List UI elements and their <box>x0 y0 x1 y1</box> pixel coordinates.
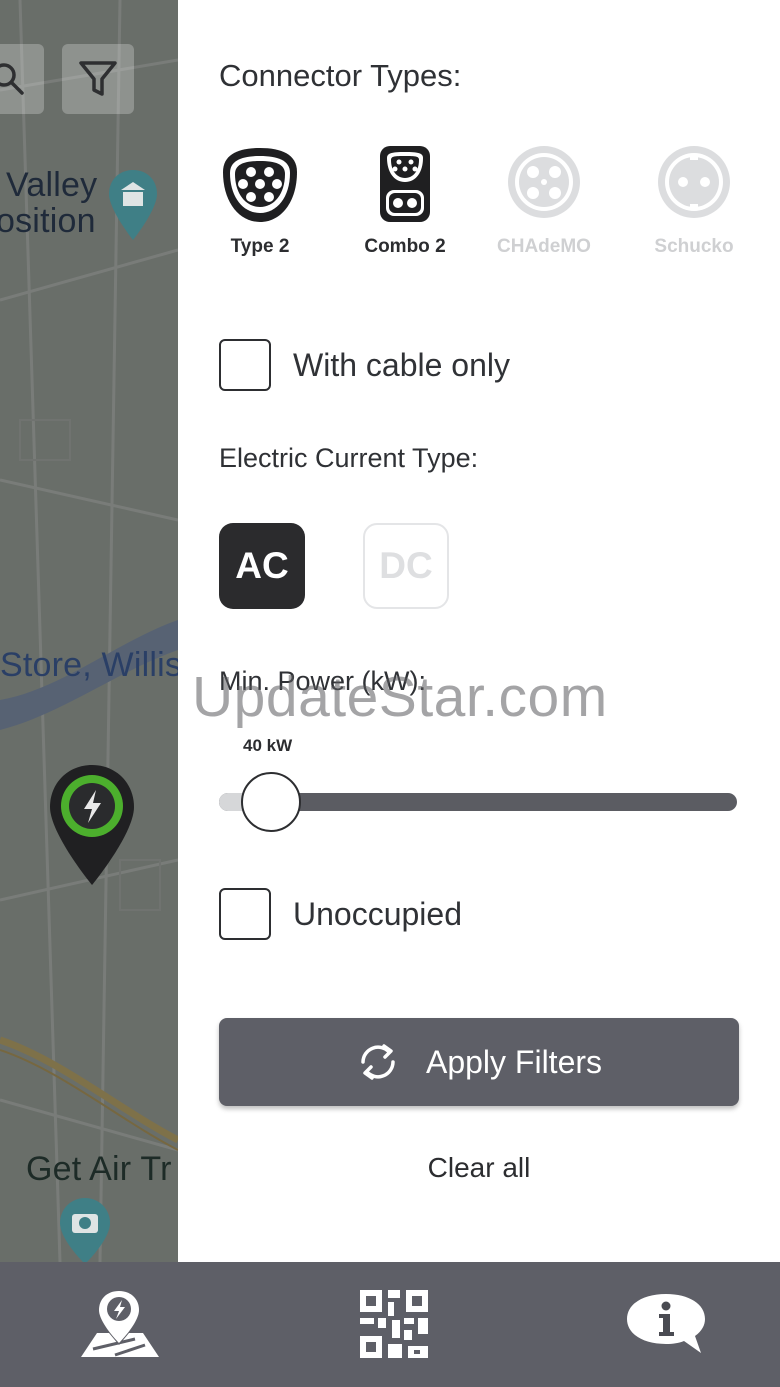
unoccupied-option[interactable]: Unoccupied <box>219 887 462 941</box>
map-view[interactable]: Valley osition Store, Willis Get Air Tr <box>0 0 178 1262</box>
with-cable-label: With cable only <box>293 346 510 383</box>
nav-map-button[interactable] <box>70 1284 170 1364</box>
charging-station-pin-icon[interactable] <box>47 762 137 888</box>
map-place-label: Get Air Tr <box>26 1150 172 1188</box>
refresh-icon <box>361 1044 395 1080</box>
map-place-label: Valley <box>6 166 98 204</box>
connector-types-title: Connector Types: <box>219 58 462 93</box>
connector-label: Combo 2 <box>364 236 446 257</box>
filter-icon <box>79 61 117 96</box>
museum-poi-icon[interactable] <box>107 168 159 244</box>
current-type-title: Electric Current Type: <box>219 443 479 473</box>
min-power-title: Min. Power (kW): <box>219 666 427 696</box>
connector-type-list: Type 2 Combo 2 CHAdeMO Schucko <box>178 142 780 272</box>
map-search-button[interactable] <box>0 44 44 114</box>
current-dc-toggle[interactable]: DC <box>363 523 449 609</box>
nav-info-button[interactable] <box>616 1284 716 1364</box>
current-ac-toggle[interactable]: AC <box>219 523 305 609</box>
unoccupied-label: Unoccupied <box>293 895 462 932</box>
connector-label: Type 2 <box>230 236 290 257</box>
chademo-plug-icon <box>508 146 580 218</box>
search-icon <box>0 63 24 95</box>
qr-code-icon <box>360 1290 428 1358</box>
apply-filters-label: Apply Filters <box>425 1043 603 1080</box>
with-cable-option[interactable]: With cable only <box>219 338 510 392</box>
connector-type-2[interactable]: Type 2 <box>185 142 335 258</box>
min-power-value: 40 kW <box>243 736 293 755</box>
map-filter-button[interactable] <box>62 44 134 114</box>
min-power-slider-thumb[interactable] <box>240 772 301 832</box>
filter-panel: Connector Types: Type 2 Combo 2 CHAdeMO … <box>178 0 780 1262</box>
unoccupied-checkbox[interactable] <box>219 888 271 940</box>
map-place-label: osition <box>0 202 96 240</box>
combo2-plug-icon <box>380 146 430 222</box>
bottom-navigation <box>0 1262 780 1387</box>
camera-poi-icon[interactable] <box>58 1196 112 1262</box>
map-place-label: Store, Willis <box>0 646 178 684</box>
clear-all-link[interactable]: Clear all <box>219 1152 739 1184</box>
connector-chademo[interactable]: CHAdeMO <box>469 142 619 258</box>
type2-plug-icon <box>223 148 297 222</box>
with-cable-checkbox[interactable] <box>219 339 271 391</box>
info-chat-icon <box>627 1294 705 1353</box>
map-charger-icon <box>81 1291 159 1357</box>
connector-combo-2[interactable]: Combo 2 <box>330 142 480 258</box>
schuko-plug-icon <box>658 146 730 218</box>
apply-filters-button[interactable]: Apply Filters <box>219 1018 739 1106</box>
connector-label: CHAdeMO <box>497 236 591 257</box>
connector-label: Schucko <box>654 236 734 257</box>
nav-qr-button[interactable] <box>344 1284 444 1364</box>
connector-schucko[interactable]: Schucko <box>619 142 769 258</box>
